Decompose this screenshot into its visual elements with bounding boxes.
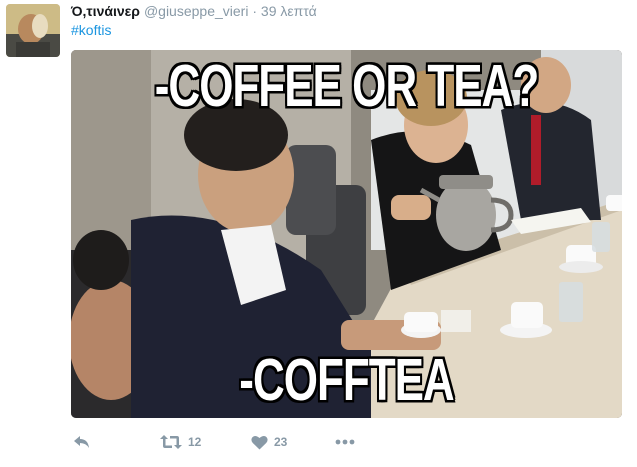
- hashtag-link[interactable]: #koftis: [71, 21, 111, 39]
- tweet-timestamp[interactable]: 39 λεπτά: [261, 3, 317, 19]
- author-handle[interactable]: @giuseppe_vieri: [144, 3, 249, 19]
- like-count: 23: [274, 435, 288, 449]
- retweet-icon: [160, 434, 182, 450]
- heart-icon: [251, 435, 268, 450]
- reply-icon: [73, 434, 91, 450]
- tweet: Ό,τινάινερ @giuseppe_vieri · 39 λεπτά #ko…: [0, 0, 637, 467]
- author-name[interactable]: Ό,τινάινερ: [71, 3, 140, 19]
- retweet-button[interactable]: 12: [160, 431, 201, 453]
- meme-bottom-caption: -COFFTEA: [239, 347, 454, 414]
- header-separator: ·: [252, 3, 258, 19]
- avatar[interactable]: [6, 4, 60, 57]
- reply-button[interactable]: [73, 431, 91, 453]
- tweet-actions: 12 23: [71, 431, 591, 453]
- more-dots-icon: [335, 439, 355, 445]
- retweet-count: 12: [188, 435, 202, 449]
- like-button[interactable]: 23: [251, 431, 287, 453]
- tweet-header: Ό,τινάινερ @giuseppe_vieri · 39 λεπτά: [71, 2, 317, 20]
- more-button[interactable]: [335, 431, 355, 453]
- meme-top-caption: -COFFEE OR TEA?: [154, 53, 539, 120]
- tweet-photo[interactable]: -COFFEE OR TEA? -COFFTEA: [71, 50, 622, 418]
